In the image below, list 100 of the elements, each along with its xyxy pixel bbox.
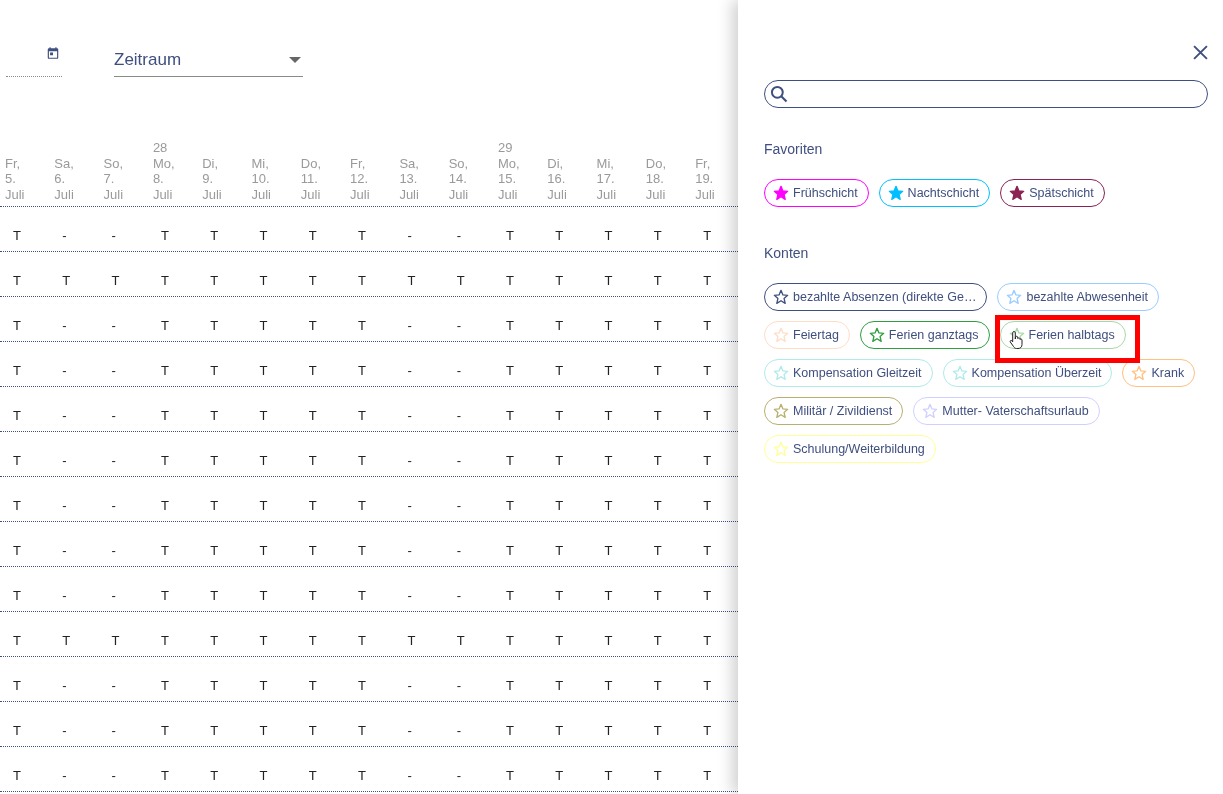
shift-cell-text: T	[702, 228, 712, 243]
shift-cell-text: T	[12, 408, 21, 423]
shift-cell-text: T	[652, 228, 662, 243]
shift-cell-text: T	[209, 363, 219, 378]
day-header: Do, 11. Juli	[300, 155, 321, 202]
shift-cell-text: T	[307, 363, 317, 378]
account-chip[interactable]: Kompensation Gleitzeit	[764, 359, 933, 387]
shift-cell-text: T	[159, 678, 169, 693]
shift-cell-text: T	[652, 588, 662, 603]
shift-cell-text: T	[209, 453, 219, 468]
shift-cell-text: T	[307, 588, 317, 603]
account-chip[interactable]: Nachtschicht	[878, 179, 991, 207]
close-icon[interactable]	[1193, 45, 1208, 60]
shift-cell-text: T	[554, 273, 564, 288]
shift-cell-text: T	[554, 678, 564, 693]
shift-cell-text: T	[357, 633, 367, 648]
star-icon	[1131, 365, 1148, 381]
shift-cell-text: T	[357, 768, 367, 783]
shift-cell-text: -	[455, 588, 461, 603]
shift-cell-text: T	[406, 273, 416, 288]
shift-cell-text: T	[702, 768, 712, 783]
shift-cell-text: -	[455, 498, 461, 513]
shift-cell-text: T	[504, 498, 514, 513]
shift-cell-text: -	[406, 228, 412, 243]
calendar-icon[interactable]	[46, 46, 60, 60]
account-chip[interactable]: Spätschicht	[1000, 179, 1105, 207]
star-icon	[868, 327, 885, 343]
shift-cell-text: T	[209, 273, 219, 288]
shift-cell-text: -	[61, 363, 67, 378]
search-icon	[769, 84, 789, 104]
account-chip[interactable]: Ferien ganztags	[859, 321, 990, 349]
shift-cell-text: -	[61, 588, 67, 603]
star-icon	[773, 441, 789, 457]
section-title: Favoriten	[764, 141, 824, 157]
shift-cell-text: T	[209, 318, 219, 333]
shift-cell-text: T	[554, 633, 564, 648]
shift-cell-text: T	[12, 453, 21, 468]
shift-cell-text: T	[455, 273, 465, 288]
shift-cell-text: T	[307, 453, 317, 468]
shift-cell-text: -	[61, 408, 67, 423]
shift-cell-text: T	[652, 453, 662, 468]
day-header: Do, 18. Juli	[645, 155, 667, 202]
shift-cell-text: -	[455, 408, 461, 423]
shift-cell-text: T	[357, 543, 367, 558]
account-chip[interactable]: Mutter- Vaterschaftsurlaub	[913, 397, 1100, 425]
star-icon	[922, 403, 939, 419]
account-chip[interactable]: Militär / Zivildienst	[764, 397, 904, 425]
shift-cell-text: T	[504, 273, 514, 288]
shift-cell-text: T	[12, 318, 21, 333]
day-header: Mi, 10. Juli	[251, 155, 271, 202]
shift-cell-text: T	[258, 543, 268, 558]
shift-cell-text: -	[61, 498, 67, 513]
account-chip[interactable]: Krank	[1122, 359, 1196, 387]
shift-cell-text: -	[110, 768, 116, 783]
period-select[interactable]: Zeitraum	[114, 44, 303, 77]
shift-cell-text: -	[61, 228, 67, 243]
shift-cell-text: -	[406, 318, 412, 333]
shift-cell-text: T	[504, 678, 514, 693]
shift-cell-text: T	[159, 498, 169, 513]
shift-cell-text: -	[110, 228, 116, 243]
shift-cell-text: T	[504, 768, 514, 783]
shift-cell-text: T	[702, 723, 712, 738]
shift-cell-text: T	[61, 633, 71, 648]
shift-cell-text: T	[702, 363, 712, 378]
day-header: Di, 9. Juli	[202, 155, 222, 202]
day-header: Fr, 12. Juli	[350, 155, 370, 202]
shift-cell-text: T	[357, 498, 367, 513]
star-icon	[1006, 289, 1023, 305]
shift-cell-text: -	[406, 453, 412, 468]
shift-cell-text: T	[357, 363, 367, 378]
account-chip[interactable]: Feiertag	[764, 321, 850, 349]
shift-cell-text: T	[702, 408, 712, 423]
shift-cell-text: T	[258, 228, 268, 243]
account-chip[interactable]: Kompensation Überzeit	[942, 359, 1113, 387]
shift-cell-text: T	[652, 723, 662, 738]
account-chip[interactable]: Schulung/Weiterbildung	[764, 435, 936, 463]
shift-cell-text: T	[603, 228, 613, 243]
shift-cell-text: -	[455, 363, 461, 378]
shift-cell-text: T	[504, 408, 514, 423]
shift-cell-text: T	[554, 228, 564, 243]
shift-cell-text: T	[702, 633, 712, 648]
shift-cell-text: T	[159, 453, 169, 468]
shift-cell-text: T	[357, 678, 367, 693]
account-chip[interactable]: bezahlte Absenzen (direkte Ge…	[764, 283, 988, 311]
account-chip[interactable]: bezahlte Abwesenheit	[997, 283, 1160, 311]
shift-cell-text: T	[504, 453, 514, 468]
shift-cell-text: T	[554, 318, 564, 333]
shift-cell-text: T	[504, 588, 514, 603]
shift-cell-text: T	[702, 498, 712, 513]
shift-cell-text: T	[12, 228, 21, 243]
date-field[interactable]	[6, 44, 62, 77]
shift-cell-text: T	[61, 273, 71, 288]
shift-cell-text: T	[554, 408, 564, 423]
shift-cell-text: T	[209, 498, 219, 513]
shift-cell-text: T	[12, 633, 21, 648]
shift-cell-text: T	[159, 543, 169, 558]
shift-cell-text: T	[603, 633, 613, 648]
shift-cell-text: T	[554, 768, 564, 783]
shift-cell-text: -	[110, 363, 116, 378]
account-chip[interactable]: Frühschicht	[764, 179, 869, 207]
